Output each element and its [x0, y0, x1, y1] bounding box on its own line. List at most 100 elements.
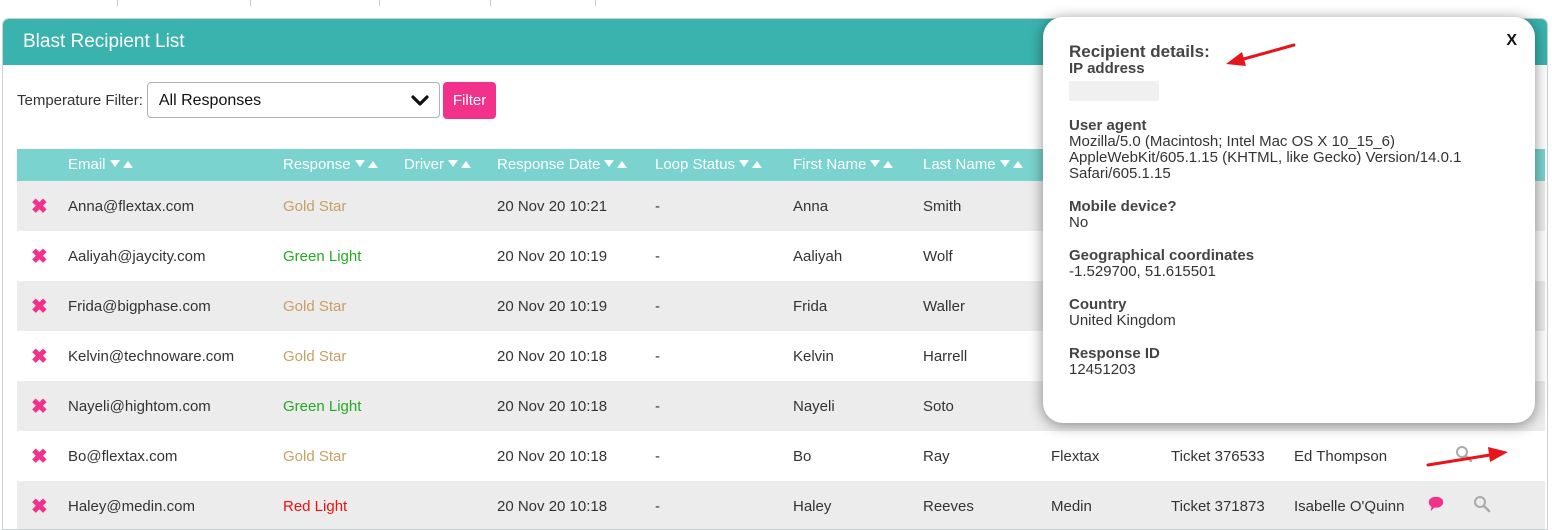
loop-status-cell: - — [655, 247, 660, 265]
driver-cell — [404, 381, 497, 431]
last-name-cell: Harrell — [923, 347, 968, 365]
temperature-filter-select[interactable]: All Responses — [146, 82, 440, 118]
sort-arrows-icon[interactable] — [603, 157, 629, 174]
country-label: Country — [1069, 296, 1127, 313]
delete-icon[interactable]: ✖ — [17, 431, 68, 481]
user-agent-line: Safari/605.1.15 — [1069, 165, 1171, 182]
table-row: ✖ Haley@medin.com Red Light 20 Nov 20 10:18… — [17, 481, 1545, 529]
sort-arrows-icon[interactable] — [738, 157, 764, 174]
temperature-filter-label: Temperature Filter: — [17, 91, 143, 109]
table-row: ✖ Bo@flextax.com Gold Star 20 Nov 20 10:18 -… — [17, 431, 1545, 481]
tab-divider — [250, 0, 251, 6]
driver-cell — [404, 481, 497, 529]
driver-cell — [404, 331, 497, 381]
response-date-cell: 20 Nov 20 10:19 — [497, 297, 608, 315]
delete-icon[interactable]: ✖ — [17, 181, 68, 231]
temperature-filter-value: All Responses — [158, 92, 262, 109]
last-name-cell: Soto — [923, 397, 954, 415]
user-agent-label: User agent — [1069, 117, 1147, 134]
ticket-cell: Ticket 376533 — [1171, 447, 1265, 465]
column-header-response[interactable]: Response — [283, 149, 404, 181]
filter-button[interactable]: Filter — [442, 81, 497, 119]
column-header-email[interactable]: Email — [68, 149, 283, 181]
response-cell: Red Light — [283, 497, 348, 515]
actions-cell — [1427, 481, 1545, 529]
close-button[interactable]: X — [1506, 33, 1517, 49]
response-date-cell: 20 Nov 20 10:18 — [497, 347, 608, 365]
driver-cell — [404, 431, 497, 481]
last-name-cell: Wolf — [923, 247, 953, 265]
email-cell: Anna@flextax.com — [68, 197, 195, 215]
tab-divider — [379, 0, 380, 6]
speech-bubble-icon[interactable] — [1427, 495, 1445, 513]
response-date-cell: 20 Nov 20 10:18 — [497, 447, 608, 465]
loop-status-cell: - — [655, 197, 660, 215]
response-cell: Green Light — [283, 247, 362, 265]
country-value: United Kingdom — [1069, 312, 1176, 329]
mobile-device-label: Mobile device? — [1069, 198, 1177, 215]
first-name-cell: Nayeli — [793, 397, 835, 415]
last-name-cell: Smith — [923, 197, 962, 215]
magnifier-icon[interactable] — [1473, 495, 1491, 513]
loop-status-cell: - — [655, 447, 660, 465]
last-name-cell: Ray — [923, 447, 950, 465]
owner-cell: Isabelle O'Quinn — [1294, 497, 1405, 515]
driver-cell — [404, 181, 497, 231]
redacted-ip-value — [1069, 81, 1159, 101]
email-cell: Bo@flextax.com — [68, 447, 178, 465]
geo-coordinates-value: -1.529700, 51.615501 — [1069, 263, 1216, 280]
column-header-driver[interactable]: Driver — [404, 149, 497, 181]
sort-arrows-icon[interactable] — [354, 157, 380, 174]
delete-icon[interactable]: ✖ — [17, 281, 68, 331]
annotation-arrow-icon — [1426, 447, 1508, 467]
loop-status-cell: - — [655, 297, 660, 315]
delete-icon[interactable]: ✖ — [17, 381, 68, 431]
sort-arrows-icon[interactable] — [447, 157, 473, 174]
tab-divider — [490, 0, 491, 6]
response-cell: Green Light — [283, 397, 362, 415]
delete-icon[interactable]: ✖ — [17, 481, 68, 529]
chevron-down-icon — [411, 95, 429, 106]
response-id-label: Response ID — [1069, 345, 1160, 362]
email-cell: Haley@medin.com — [68, 497, 195, 515]
email-cell: Kelvin@technoware.com — [68, 347, 235, 365]
first-name-cell: Kelvin — [793, 347, 834, 365]
last-name-cell: Waller — [923, 297, 965, 315]
first-name-cell: Haley — [793, 497, 832, 515]
response-date-cell: 20 Nov 20 10:21 — [497, 197, 608, 215]
response-cell: Gold Star — [283, 347, 347, 365]
response-id-value: 12451203 — [1069, 361, 1136, 378]
user-agent-line: Mozilla/5.0 (Macintosh; Intel Mac OS X 1… — [1069, 133, 1395, 150]
delete-icon[interactable]: ✖ — [17, 231, 68, 281]
recipient-details-popup: X Recipient details: IP address User age… — [1043, 17, 1535, 423]
tab-divider — [117, 0, 118, 6]
sort-arrows-icon[interactable] — [869, 157, 895, 174]
top-tab-strip — [0, 0, 1552, 14]
driver-cell — [404, 231, 497, 281]
response-cell: Gold Star — [283, 297, 347, 315]
column-header-loop-status[interactable]: Loop Status — [655, 149, 793, 181]
sort-arrows-icon[interactable] — [109, 157, 135, 174]
sort-arrows-icon[interactable] — [999, 157, 1025, 174]
ip-address-label: IP address — [1069, 60, 1145, 77]
delete-icon[interactable]: ✖ — [17, 331, 68, 381]
driver-cell — [404, 281, 497, 331]
company-cell: Flextax — [1051, 447, 1100, 465]
response-date-cell: 20 Nov 20 10:18 — [497, 497, 608, 515]
annotation-arrow-icon — [1226, 43, 1296, 66]
email-cell: Nayeli@hightom.com — [68, 397, 211, 415]
loop-status-cell: - — [655, 397, 660, 415]
ticket-cell: Ticket 371873 — [1171, 497, 1265, 515]
response-cell: Gold Star — [283, 197, 347, 215]
owner-cell: Ed Thompson — [1294, 447, 1388, 465]
response-date-cell: 20 Nov 20 10:19 — [497, 247, 608, 265]
column-header-response-date[interactable]: Response Date — [497, 149, 655, 181]
mobile-device-value: No — [1069, 214, 1089, 231]
column-header-first-name[interactable]: First Name — [793, 149, 923, 181]
first-name-cell: Frida — [793, 297, 828, 315]
geo-coordinates-label: Geographical coordinates — [1069, 247, 1255, 264]
first-name-cell: Anna — [793, 197, 829, 215]
popup-title: Recipient details: — [1069, 42, 1210, 61]
response-cell: Gold Star — [283, 447, 347, 465]
column-header-last-name[interactable]: Last Name — [923, 149, 1051, 181]
